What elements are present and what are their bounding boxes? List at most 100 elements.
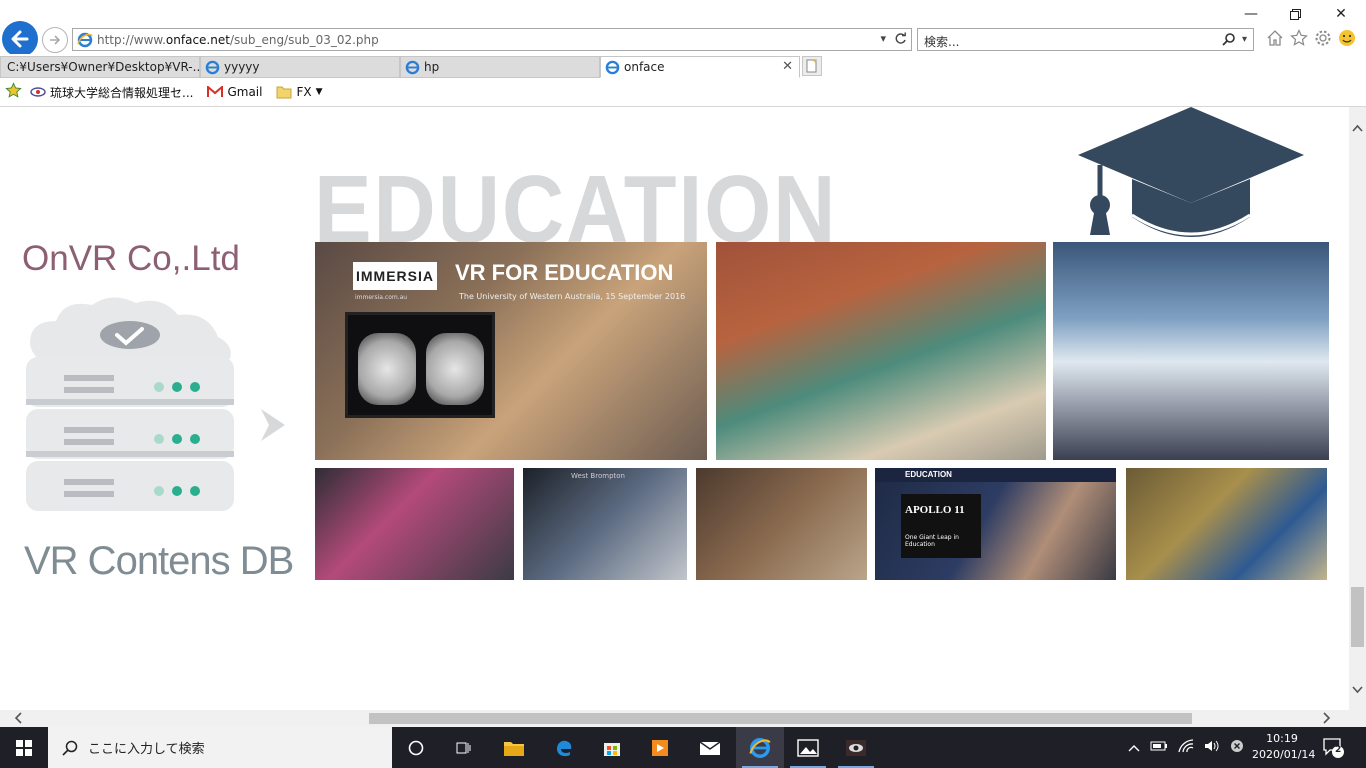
horizontal-scrollbar[interactable] <box>0 710 1349 727</box>
taskbar-clock[interactable]: 10:19 2020/01/14 <box>1252 731 1316 763</box>
address-dropdown-icon[interactable]: ▾ <box>880 32 886 45</box>
tab-yyyyy[interactable]: yyyyy <box>200 56 400 78</box>
clock-date: 2020/01/14 <box>1252 748 1316 761</box>
address-bar[interactable]: http://www.onface.net/sub_eng/sub_03_02.… <box>72 28 912 51</box>
search-placeholder: 検索... <box>924 35 960 49</box>
favorite-label: 琉球大学総合情報処理セ... <box>50 85 194 100</box>
status-x-icon[interactable] <box>1230 739 1244 756</box>
favorite-label: FX <box>296 85 312 99</box>
back-button[interactable] <box>2 21 38 57</box>
smiley-icon[interactable] <box>1338 29 1356 47</box>
scroll-corner <box>1349 710 1366 727</box>
gmail-icon <box>207 86 224 97</box>
monitor-graphic <box>345 312 495 418</box>
photo-header: EDUCATION <box>905 470 952 479</box>
search-icon[interactable] <box>1222 32 1236 46</box>
chevron-right-icon <box>261 409 285 441</box>
page-content: EDUCATION OnVR Co,.Ltd VR Contens DB IMM… <box>0 107 1349 710</box>
cloud-database-icon <box>26 297 234 511</box>
clock-time: 10:19 <box>1266 732 1298 745</box>
tab-onface[interactable]: onface ✕ <box>600 56 800 78</box>
refresh-icon[interactable] <box>894 32 907 45</box>
task-view-icon <box>456 742 471 753</box>
search-dropdown-icon[interactable]: ▾ <box>1242 34 1247 45</box>
system-tray <box>1128 727 1244 768</box>
new-tab-button[interactable] <box>802 56 822 76</box>
store-icon <box>604 742 620 756</box>
photo-students-computers <box>315 468 514 580</box>
scroll-down-icon[interactable] <box>1352 683 1363 697</box>
photo-classroom-vr <box>1053 242 1329 460</box>
search-box[interactable]: 検索... ▾ <box>917 28 1254 51</box>
minimize-button[interactable]: — <box>1236 4 1266 24</box>
tab-label: yyyyy <box>224 60 260 74</box>
cortana-button[interactable] <box>392 727 440 768</box>
forward-arrow-icon <box>50 35 61 45</box>
store-button[interactable] <box>588 727 636 768</box>
start-button[interactable] <box>0 727 48 768</box>
favorite-fx-folder[interactable]: FX ▼ <box>276 85 323 99</box>
wifi-icon[interactable] <box>1178 739 1194 756</box>
horizontal-scroll-thumb[interactable] <box>369 713 1192 724</box>
windows-icon <box>16 739 32 756</box>
windows-taskbar: ここに入力して検索 10:19 2020/01/14 2 <box>0 727 1366 768</box>
immersia-logo: IMMERSIA <box>353 262 437 290</box>
volume-icon[interactable] <box>1204 739 1220 756</box>
poster-subtitle: One Giant Leap in Education <box>905 534 959 548</box>
file-explorer-button[interactable] <box>490 727 538 768</box>
photos-icon <box>797 738 819 757</box>
close-window-button[interactable]: ✕ <box>1326 4 1356 24</box>
favorites-star-icon[interactable] <box>5 82 22 102</box>
star-icon[interactable] <box>1290 29 1308 47</box>
taskbar-search[interactable]: ここに入力して検索 <box>48 727 392 768</box>
back-arrow-icon <box>11 30 29 48</box>
apollo-poster: APOLLO 11 One Giant Leap in Education <box>901 494 981 558</box>
poster-title: APOLLO 11 <box>905 504 965 516</box>
banner-subtitle: The University of Western Australia, 15 … <box>459 292 686 301</box>
close-tab-icon[interactable]: ✕ <box>782 59 793 74</box>
favorite-label: Gmail <box>227 85 263 99</box>
cortana-icon <box>408 740 424 755</box>
photo-apollo-vr: EDUCATION APOLLO 11 One Giant Leap in Ed… <box>875 468 1116 580</box>
battery-icon[interactable] <box>1150 740 1168 755</box>
search-icon <box>62 740 78 756</box>
eye-app-icon <box>846 739 866 756</box>
notification-center-button[interactable]: 2 <box>1322 736 1344 761</box>
gear-icon[interactable] <box>1314 29 1332 47</box>
url-text: http://www.onface.net/sub_eng/sub_03_02.… <box>97 32 379 47</box>
photo-children-vr <box>1126 468 1327 580</box>
favorites-bar: 琉球大学総合情報処理セ... Gmail FX ▼ <box>0 78 1366 107</box>
restore-button[interactable] <box>1280 4 1310 24</box>
edge-button[interactable] <box>540 727 588 768</box>
notification-count: 2 <box>1335 745 1342 755</box>
tab-local-file[interactable]: C:¥Users¥Owner¥Desktop¥VR-... <box>0 56 200 78</box>
tray-expand-icon[interactable] <box>1128 741 1140 755</box>
scroll-right-icon[interactable] <box>1323 712 1331 727</box>
media-app-button[interactable] <box>636 727 684 768</box>
new-tab-icon <box>806 59 817 73</box>
ie-icon <box>749 737 771 758</box>
tab-label: C:¥Users¥Owner¥Desktop¥VR-... <box>7 60 200 74</box>
taskbar-search-placeholder: ここに入力して検索 <box>88 742 205 757</box>
home-icon[interactable] <box>1266 29 1284 47</box>
vertical-scroll-thumb[interactable] <box>1351 587 1364 647</box>
brand-name: OnVR Co,.Ltd <box>22 239 240 278</box>
folder-icon <box>276 86 292 99</box>
forward-button[interactable] <box>42 27 68 53</box>
scroll-up-icon[interactable] <box>1352 121 1363 135</box>
tab-hp[interactable]: hp <box>400 56 600 78</box>
favorite-gmail[interactable]: Gmail <box>207 85 262 99</box>
vertical-scrollbar[interactable] <box>1349 107 1366 710</box>
media-icon <box>652 739 668 756</box>
eye-app-button[interactable] <box>832 727 880 768</box>
task-view-button[interactable] <box>440 727 488 768</box>
ie-icon <box>205 60 220 74</box>
ie-icon <box>405 60 420 74</box>
mail-button[interactable] <box>686 727 734 768</box>
favorite-university[interactable]: 琉球大学総合情報処理セ... <box>30 84 193 101</box>
photos-button[interactable] <box>784 727 832 768</box>
edge-icon <box>557 740 572 756</box>
ie-taskbar-button[interactable] <box>736 727 784 768</box>
banner-title: VR FOR EDUCATION <box>455 260 674 285</box>
scroll-left-icon[interactable] <box>14 712 22 727</box>
